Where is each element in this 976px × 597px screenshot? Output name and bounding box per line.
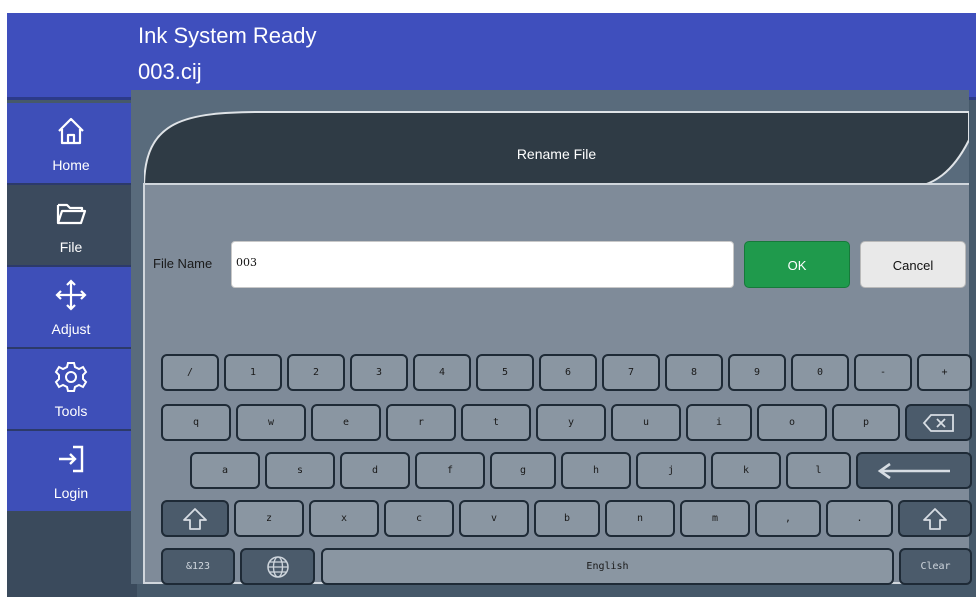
key[interactable]: 1 xyxy=(224,354,282,391)
key[interactable]: k xyxy=(711,452,781,489)
dialog-title: Rename File xyxy=(516,146,597,162)
key[interactable]: 2 xyxy=(287,354,345,391)
sidebar-item-label: Home xyxy=(52,157,90,173)
sidebar-item-label: Adjust xyxy=(51,321,91,337)
sidebar-item-label: Login xyxy=(53,485,89,501)
shift-key-right[interactable] xyxy=(898,500,972,537)
language-key[interactable] xyxy=(240,548,315,585)
key[interactable]: + xyxy=(917,354,972,391)
key[interactable]: c xyxy=(384,500,454,537)
folder-icon xyxy=(51,193,91,233)
gear-icon xyxy=(51,357,91,397)
key[interactable]: / xyxy=(161,354,219,391)
key[interactable]: x xyxy=(309,500,379,537)
sidebar-item-label: Tools xyxy=(54,403,88,419)
key[interactable]: l xyxy=(786,452,851,489)
sidebar-item-tools[interactable]: Tools xyxy=(7,349,135,429)
key[interactable]: 3 xyxy=(350,354,408,391)
key[interactable]: q xyxy=(161,404,231,441)
key[interactable]: 9 xyxy=(728,354,786,391)
ok-button[interactable]: OK xyxy=(744,241,850,288)
header-bar: Ink System Ready 003.cij xyxy=(7,13,976,100)
shift-key-left[interactable] xyxy=(161,500,229,537)
key[interactable]: y xyxy=(536,404,606,441)
system-status: Ink System Ready xyxy=(138,23,317,48)
key[interactable]: h xyxy=(561,452,631,489)
key[interactable]: e xyxy=(311,404,381,441)
key[interactable]: b xyxy=(534,500,600,537)
key[interactable]: 4 xyxy=(413,354,471,391)
file-name-label: File Name xyxy=(153,256,213,271)
key[interactable]: j xyxy=(636,452,706,489)
key[interactable]: g xyxy=(490,452,556,489)
sidebar-item-home[interactable]: Home xyxy=(7,103,135,183)
key[interactable]: 8 xyxy=(665,354,723,391)
key[interactable]: d xyxy=(340,452,410,489)
key[interactable]: , xyxy=(755,500,821,537)
space-key[interactable]: English xyxy=(321,548,894,585)
key[interactable]: - xyxy=(854,354,912,391)
key[interactable]: f xyxy=(415,452,485,489)
sidebar-item-login[interactable]: Login xyxy=(7,431,135,511)
title-bar-shape xyxy=(144,111,969,188)
key[interactable]: a xyxy=(190,452,260,489)
backspace-key[interactable] xyxy=(905,404,972,441)
cancel-button[interactable]: Cancel xyxy=(860,241,966,288)
key[interactable]: t xyxy=(461,404,531,441)
key[interactable]: 7 xyxy=(602,354,660,391)
move-arrows-icon xyxy=(51,275,91,315)
enter-key[interactable] xyxy=(856,452,972,489)
login-icon xyxy=(51,439,91,479)
dialog-title-bar: Rename File xyxy=(144,100,969,188)
current-file-name: 003.cij xyxy=(138,59,202,84)
key[interactable]: o xyxy=(757,404,827,441)
file-name-input[interactable]: 003 xyxy=(231,241,734,288)
sidebar: Home File Adjust Tools Login xyxy=(7,103,137,597)
clear-key[interactable]: Clear xyxy=(899,548,972,585)
key[interactable]: v xyxy=(459,500,529,537)
symbols-key[interactable]: &123 xyxy=(161,548,235,585)
key[interactable]: r xyxy=(386,404,456,441)
sidebar-item-adjust[interactable]: Adjust xyxy=(7,267,135,347)
key[interactable]: i xyxy=(686,404,752,441)
sidebar-item-file[interactable]: File xyxy=(7,185,135,265)
key[interactable]: z xyxy=(234,500,304,537)
key[interactable]: u xyxy=(611,404,681,441)
home-icon xyxy=(51,111,91,151)
sidebar-item-label: File xyxy=(59,239,83,255)
key[interactable]: p xyxy=(832,404,900,441)
key[interactable]: . xyxy=(826,500,893,537)
key[interactable]: 6 xyxy=(539,354,597,391)
key[interactable]: w xyxy=(236,404,306,441)
key[interactable]: s xyxy=(265,452,335,489)
key[interactable]: 5 xyxy=(476,354,534,391)
key[interactable]: m xyxy=(680,500,750,537)
key[interactable]: n xyxy=(605,500,675,537)
key[interactable]: 0 xyxy=(791,354,849,391)
